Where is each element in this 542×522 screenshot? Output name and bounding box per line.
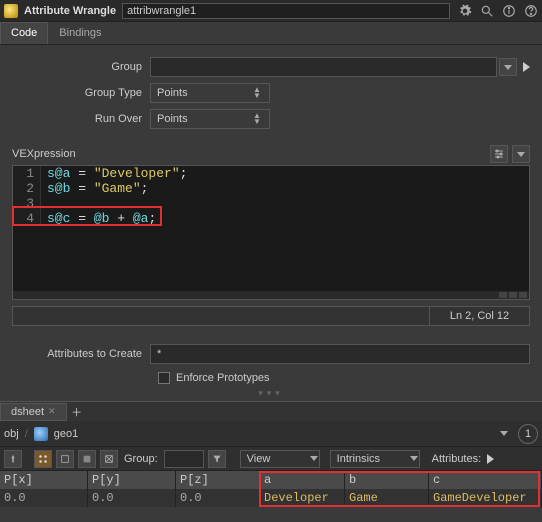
- add-tab-button[interactable]: ＋: [67, 404, 87, 420]
- col-header-py[interactable]: P[y]: [88, 471, 176, 489]
- vexpression-label: VEXpression: [12, 148, 76, 160]
- enforce-checkbox[interactable]: [158, 372, 170, 384]
- group-label: Group: [0, 61, 150, 73]
- line-number: 2: [13, 181, 41, 196]
- attributes-arrow-icon[interactable]: [487, 454, 494, 464]
- chevron-updown-icon: ▲▼: [251, 87, 263, 99]
- run-over-label: Run Over: [0, 113, 150, 125]
- line-number: 3: [13, 196, 41, 211]
- view-label: View: [247, 453, 271, 465]
- scroll-left-icon[interactable]: [499, 292, 507, 298]
- chevron-down-icon: [310, 456, 318, 461]
- col-header-a[interactable]: a: [260, 471, 345, 489]
- cell-b: Game: [345, 489, 429, 507]
- filter-icon[interactable]: [208, 450, 226, 468]
- group-type-label: Group Type: [0, 87, 150, 99]
- cell-px: 0.0: [0, 489, 88, 507]
- col-header-c[interactable]: c: [429, 471, 542, 489]
- group-filter-label: Group:: [124, 453, 158, 465]
- prim-mode-icon[interactable]: [78, 450, 96, 468]
- path-dropdown-icon[interactable]: [500, 431, 508, 436]
- cell-py: 0.0: [88, 489, 176, 507]
- col-header-pz[interactable]: P[z]: [176, 471, 260, 489]
- spreadsheet-tab[interactable]: dsheet ✕: [0, 403, 67, 421]
- attrs-create-input[interactable]: [150, 344, 530, 364]
- spreadsheet-tab-label: dsheet: [11, 406, 44, 418]
- attributes-label: Attributes:: [432, 453, 482, 465]
- help-icon[interactable]: [524, 4, 538, 18]
- node-type-icon: [4, 4, 18, 18]
- scroll-end-icon[interactable]: [519, 292, 527, 298]
- group-type-value: Points: [157, 87, 188, 99]
- resize-grip-icon[interactable]: ▾▾▾: [0, 388, 542, 399]
- group-dropdown-icon[interactable]: [499, 58, 517, 76]
- table-row[interactable]: 0.0 0.0 0.0 Developer Game GameDeveloper: [0, 489, 542, 507]
- tab-code[interactable]: Code: [0, 22, 48, 44]
- scroll-right-icon[interactable]: [509, 292, 517, 298]
- cell-pz: 0.0: [176, 489, 260, 507]
- group-type-dropdown[interactable]: Points ▲▼: [150, 83, 270, 103]
- col-header-b[interactable]: b: [345, 471, 429, 489]
- points-mode-icon[interactable]: [34, 450, 52, 468]
- attrs-create-label: Attributes to Create: [0, 348, 150, 360]
- geo-icon: [34, 427, 48, 441]
- tab-bindings[interactable]: Bindings: [48, 22, 112, 44]
- run-over-value: Points: [157, 113, 188, 125]
- group-filter-input[interactable]: [164, 450, 204, 468]
- vex-cursor-status: Ln 2, Col 12: [430, 306, 530, 326]
- chevron-down-icon: [410, 456, 418, 461]
- chevron-updown-icon: ▲▼: [251, 113, 263, 125]
- info-icon[interactable]: [502, 4, 516, 18]
- group-input[interactable]: [150, 57, 497, 77]
- vex-status-left: [12, 306, 430, 326]
- search-icon[interactable]: [480, 4, 494, 18]
- intrinsics-dropdown[interactable]: Intrinsics: [330, 450, 420, 468]
- detail-mode-icon[interactable]: [100, 450, 118, 468]
- line-number: 1: [13, 166, 41, 181]
- frame-button[interactable]: 1: [518, 424, 538, 444]
- group-select-arrow-icon[interactable]: [523, 62, 530, 72]
- breadcrumb-obj[interactable]: obj: [4, 428, 19, 440]
- cell-c: GameDeveloper: [429, 489, 542, 507]
- pin-icon[interactable]: [4, 450, 22, 468]
- close-icon[interactable]: ✕: [48, 406, 56, 417]
- vertex-mode-icon[interactable]: [56, 450, 74, 468]
- vex-sliders-icon[interactable]: [490, 145, 508, 163]
- cell-a: Developer: [260, 489, 345, 507]
- vex-code-editor[interactable]: 1 s@a = "Developer"; 2 s@b = "Game"; 3 4…: [12, 165, 530, 300]
- vex-menu-icon[interactable]: [512, 145, 530, 163]
- col-header-px[interactable]: P[x]: [0, 471, 88, 489]
- gear-icon[interactable]: [458, 4, 472, 18]
- node-type-title: Attribute Wrangle: [24, 5, 116, 17]
- breadcrumb-geo[interactable]: geo1: [54, 428, 78, 440]
- line-number: 4: [13, 211, 41, 226]
- node-name-input[interactable]: [122, 3, 450, 19]
- view-dropdown[interactable]: View: [240, 450, 320, 468]
- run-over-dropdown[interactable]: Points ▲▼: [150, 109, 270, 129]
- intrinsics-label: Intrinsics: [337, 453, 380, 465]
- enforce-label: Enforce Prototypes: [176, 372, 270, 384]
